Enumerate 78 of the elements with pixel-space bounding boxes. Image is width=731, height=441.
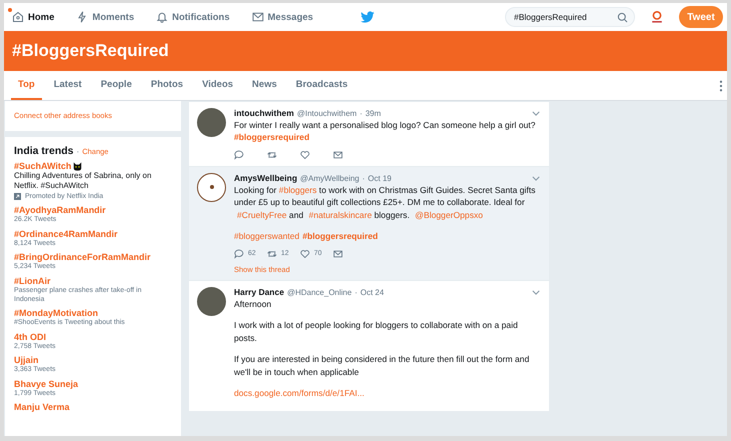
tweet-link[interactable]: docs.google.com/forms/d/e/1FAI... (234, 388, 364, 398)
bell-icon (156, 11, 168, 23)
reply-icon[interactable] (234, 150, 244, 160)
tab[interactable]: Videos (195, 71, 240, 100)
profile-avatar-icon[interactable] (649, 9, 665, 25)
chevron-down-icon[interactable] (532, 290, 540, 295)
logo-avatar[interactable] (197, 172, 226, 202)
author-name[interactable]: AmysWellbeing (234, 172, 298, 183)
nav-link[interactable]: Moments (76, 11, 134, 23)
tweet-text: For winter I really want a personalised blog logo? Can someone help a girl out? #bloggersrequired (234, 119, 536, 144)
tweet-time[interactable]: Oct 24 (360, 288, 384, 297)
trend-link[interactable]: 4th ODI (14, 332, 46, 342)
envelope-icon (252, 11, 264, 23)
tweet-link[interactable]: #naturalskincare (308, 210, 372, 220)
nav-link[interactable]: Notifications (156, 11, 230, 23)
trend-description: Chilling Adventures of Sabrina, only on Netflix. #SuchAWitch (14, 171, 152, 192)
envelope-icon[interactable] (333, 150, 343, 160)
tweet-link[interactable]: #bloggersrequired (234, 132, 310, 142)
nav-link[interactable]: Messages (252, 11, 314, 23)
author-handle[interactable]: @AmyWellbeing (300, 174, 360, 183)
tweet-text: Looking for #bloggers to work with on Christmas Gift Guides. Secret Santa gifts under £5 up to beautiful gift collections £25+. DM me to collaborate. Ideal for #CrueltyFree and #naturalskincare bloggers. @BloggerOppsxo (234, 184, 536, 222)
home-icon (12, 11, 24, 23)
more-options-icon[interactable] (719, 80, 723, 92)
tweet-link[interactable]: #CrueltyFree (237, 210, 287, 220)
separator-dot: · (76, 147, 80, 156)
tweet-button[interactable]: Tweet (679, 6, 723, 28)
reply-icon[interactable] (234, 248, 244, 259)
separator-dot: · (362, 174, 365, 183)
trend-link[interactable]: #MondayMotivation (14, 308, 98, 318)
search-icon[interactable] (617, 12, 628, 22)
tweet-time[interactable]: Oct 19 (368, 174, 392, 183)
author-name[interactable]: Harry Dance (234, 286, 284, 297)
separator-dot: · (354, 288, 358, 297)
tweet-link[interactable]: #bloggers (278, 184, 317, 195)
photo-placeholder[interactable] (197, 286, 226, 316)
trend-link[interactable]: Manju Verma (14, 402, 70, 412)
tab[interactable]: Latest (46, 71, 89, 100)
photo-placeholder[interactable] (197, 108, 226, 137)
chevron-down-icon[interactable] (532, 176, 540, 181)
tab[interactable]: People (94, 71, 139, 100)
tweet[interactable] (189, 280, 549, 412)
tab[interactable]: Photos (144, 71, 190, 100)
tweet-link[interactable]: #bloggersrequired (302, 231, 378, 242)
retweet-icon[interactable] (267, 150, 277, 160)
trend-link[interactable]: #Ordinance4RamMandir (14, 228, 118, 239)
trend-link[interactable]: #BringOrdinanceForRamMandir (14, 252, 151, 262)
trend-link[interactable]: #LionAir (14, 276, 51, 286)
author-handle[interactable]: @Intouchwithem (296, 109, 357, 118)
tab[interactable]: News (245, 71, 284, 100)
tweet-text: Afternoon (234, 298, 272, 310)
tweet[interactable] (189, 166, 549, 281)
tweet-text: I work with a lot of people looking for bloggers to collaborate with on a paid posts. (234, 319, 519, 344)
author-handle[interactable]: @HDance_Online (287, 288, 352, 297)
cat-icon (73, 162, 82, 170)
trend-link[interactable]: Bhavye Suneja (14, 378, 78, 389)
nav-link[interactable]: Home (12, 11, 54, 23)
trend-link[interactable]: #SuchAWitch (14, 161, 72, 171)
tweet[interactable]: intouchwithem @Intouchwithem · 39m For winter I really want a personalised blog logo? Can someone help a girl out? #bloggersrequired (189, 102, 549, 167)
trend-link[interactable]: #AyodhyaRamMandir (14, 205, 106, 216)
envelope-icon[interactable] (333, 248, 343, 259)
trend-link[interactable]: Ujjain (14, 355, 39, 366)
banner-title: #BloggersRequired (12, 41, 169, 61)
tweet-link[interactable]: @BloggerOppsxo (415, 210, 483, 220)
tweet-text: If you are interested in being considered in the future then fill out the form and we'll be in touch when applicable (234, 353, 530, 378)
bird-logo-icon[interactable] (360, 10, 375, 24)
heart-icon[interactable] (300, 150, 310, 160)
search-field[interactable]: #BloggersRequired (505, 7, 635, 27)
promoted-icon (14, 193, 21, 200)
tab[interactable]: Broadcasts (288, 71, 355, 100)
retweet-icon[interactable] (267, 248, 277, 259)
lightning-icon (76, 11, 88, 23)
chevron-down-icon[interactable] (532, 111, 540, 116)
author-name[interactable]: intouchwithem (234, 108, 294, 118)
separator-dot: · (360, 109, 362, 118)
heart-icon[interactable] (300, 248, 310, 259)
tweet-time[interactable]: 39m (365, 109, 381, 118)
trends-title: India trends (14, 145, 74, 157)
tweet-link[interactable]: #bloggerswanted (234, 231, 300, 242)
